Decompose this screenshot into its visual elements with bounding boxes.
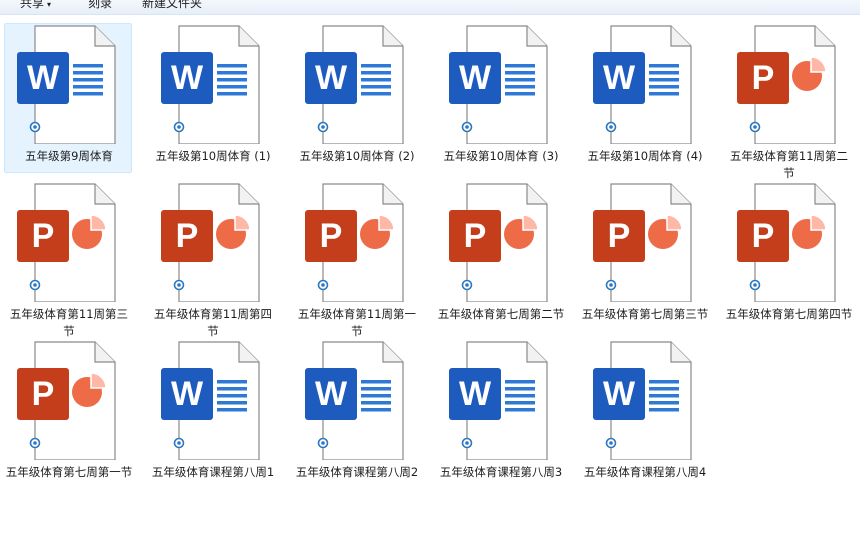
file-grid: W 五年级第9周体育 W 五年级第10周体育 (1) W 五年级第10周体育 (2) W 五年… (0, 15, 860, 546)
file-item[interactable]: W 五年级体育课程第八周2 (292, 339, 420, 489)
cloud-sync-icon (749, 279, 761, 291)
file-name-label: 五年级第10周体育 (1) (155, 149, 271, 163)
file-name-label: 五年级体育第七周第一节 (5, 465, 133, 479)
chevron-down-icon: ▾ (47, 0, 52, 9)
toolbar: 共享 ▾ 刻录 新建文件夹 (0, 0, 860, 15)
powerpoint-document-icon: P (161, 183, 260, 302)
burn-button[interactable]: 刻录 (88, 0, 112, 13)
file-name-label: 五年级体育课程第八周4 (583, 465, 707, 479)
file-name-label: 五年级体育第11周第四节 (153, 307, 273, 338)
svg-text:P: P (752, 217, 775, 255)
file-name-label: 五年级体育第七周第四节 (725, 307, 853, 321)
word-document-icon: W (161, 341, 260, 460)
file-item[interactable]: P 五年级体育第11周第二节 (724, 23, 852, 180)
powerpoint-document-icon: P (593, 183, 692, 302)
svg-text:P: P (32, 375, 55, 413)
file-name-label: 五年级第9周体育 (25, 149, 113, 163)
svg-text:W: W (459, 375, 492, 413)
powerpoint-document-icon: P (449, 183, 548, 302)
word-document-icon: W (449, 341, 548, 460)
word-document-icon: W (305, 25, 404, 144)
cloud-sync-icon (317, 437, 329, 449)
word-document-icon: W (593, 25, 692, 144)
svg-text:W: W (171, 375, 204, 413)
burn-label: 刻录 (88, 0, 113, 10)
svg-text:P: P (464, 217, 487, 255)
cloud-sync-icon (605, 279, 617, 291)
file-item[interactable]: W 五年级第10周体育 (2) (292, 23, 420, 173)
share-button[interactable]: 共享 ▾ (20, 0, 51, 13)
cloud-sync-icon (605, 437, 617, 449)
cloud-sync-icon (317, 121, 329, 133)
cloud-sync-icon (173, 279, 185, 291)
word-document-icon: W (161, 25, 260, 144)
cloud-sync-icon (29, 121, 41, 133)
svg-text:P: P (176, 217, 199, 255)
file-item[interactable]: P 五年级体育第11周第四节 (148, 181, 276, 338)
cloud-sync-icon (317, 279, 329, 291)
cloud-sync-icon (749, 121, 761, 133)
file-name-label: 五年级体育第七周第二节 (437, 307, 565, 321)
file-name-label: 五年级体育第七周第三节 (581, 307, 709, 321)
word-document-icon: W (305, 341, 404, 460)
file-name-label: 五年级体育第11周第二节 (729, 149, 849, 180)
svg-text:P: P (320, 217, 343, 255)
powerpoint-document-icon: P (305, 183, 404, 302)
svg-text:W: W (459, 59, 492, 97)
file-item[interactable]: W 五年级第9周体育 (4, 23, 132, 173)
cloud-sync-icon (173, 437, 185, 449)
file-name-label: 五年级体育课程第八周1 (151, 465, 275, 479)
file-name-label: 五年级体育课程第八周3 (439, 465, 563, 479)
file-item[interactable]: W 五年级体育课程第八周4 (580, 339, 708, 489)
cloud-sync-icon (461, 279, 473, 291)
cloud-sync-icon (461, 121, 473, 133)
file-item[interactable]: P 五年级体育第11周第一节 (292, 181, 420, 338)
powerpoint-document-icon: P (737, 25, 836, 144)
cloud-sync-icon (29, 279, 41, 291)
svg-text:W: W (603, 59, 636, 97)
svg-text:P: P (32, 217, 55, 255)
file-item[interactable]: P 五年级体育第11周第三节 (4, 181, 132, 338)
svg-text:W: W (171, 59, 204, 97)
cloud-sync-icon (173, 121, 185, 133)
cloud-sync-icon (605, 121, 617, 133)
file-name-label: 五年级体育第11周第三节 (9, 307, 129, 338)
word-document-icon: W (593, 341, 692, 460)
file-item[interactable]: P 五年级体育第七周第四节 (724, 181, 852, 331)
svg-text:W: W (315, 59, 348, 97)
share-label: 共享 (20, 0, 45, 10)
file-item[interactable]: W 五年级体育课程第八周1 (148, 339, 276, 489)
svg-text:P: P (752, 59, 775, 97)
file-item[interactable]: W 五年级体育课程第八周3 (436, 339, 564, 489)
file-item[interactable]: P 五年级体育第七周第三节 (580, 181, 708, 331)
file-name-label: 五年级第10周体育 (3) (443, 149, 559, 163)
new-folder-label: 新建文件夹 (142, 0, 203, 10)
file-name-label: 五年级体育第11周第一节 (297, 307, 417, 338)
powerpoint-document-icon: P (737, 183, 836, 302)
new-folder-button[interactable]: 新建文件夹 (142, 0, 202, 13)
powerpoint-document-icon: P (17, 341, 116, 460)
file-item[interactable]: W 五年级第10周体育 (3) (436, 23, 564, 173)
cloud-sync-icon (461, 437, 473, 449)
file-name-label: 五年级第10周体育 (2) (299, 149, 415, 163)
word-document-icon: W (449, 25, 548, 144)
svg-text:W: W (27, 59, 60, 97)
file-item[interactable]: P 五年级体育第七周第一节 (4, 339, 132, 489)
powerpoint-document-icon: P (17, 183, 116, 302)
svg-text:P: P (608, 217, 631, 255)
file-name-label: 五年级体育课程第八周2 (295, 465, 419, 479)
word-document-icon: W (17, 25, 116, 144)
file-item[interactable]: P 五年级体育第七周第二节 (436, 181, 564, 331)
svg-text:W: W (315, 375, 348, 413)
svg-text:W: W (603, 375, 636, 413)
file-item[interactable]: W 五年级第10周体育 (4) (580, 23, 708, 173)
file-item[interactable]: W 五年级第10周体育 (1) (148, 23, 276, 173)
file-name-label: 五年级第10周体育 (4) (587, 149, 703, 163)
cloud-sync-icon (29, 437, 41, 449)
